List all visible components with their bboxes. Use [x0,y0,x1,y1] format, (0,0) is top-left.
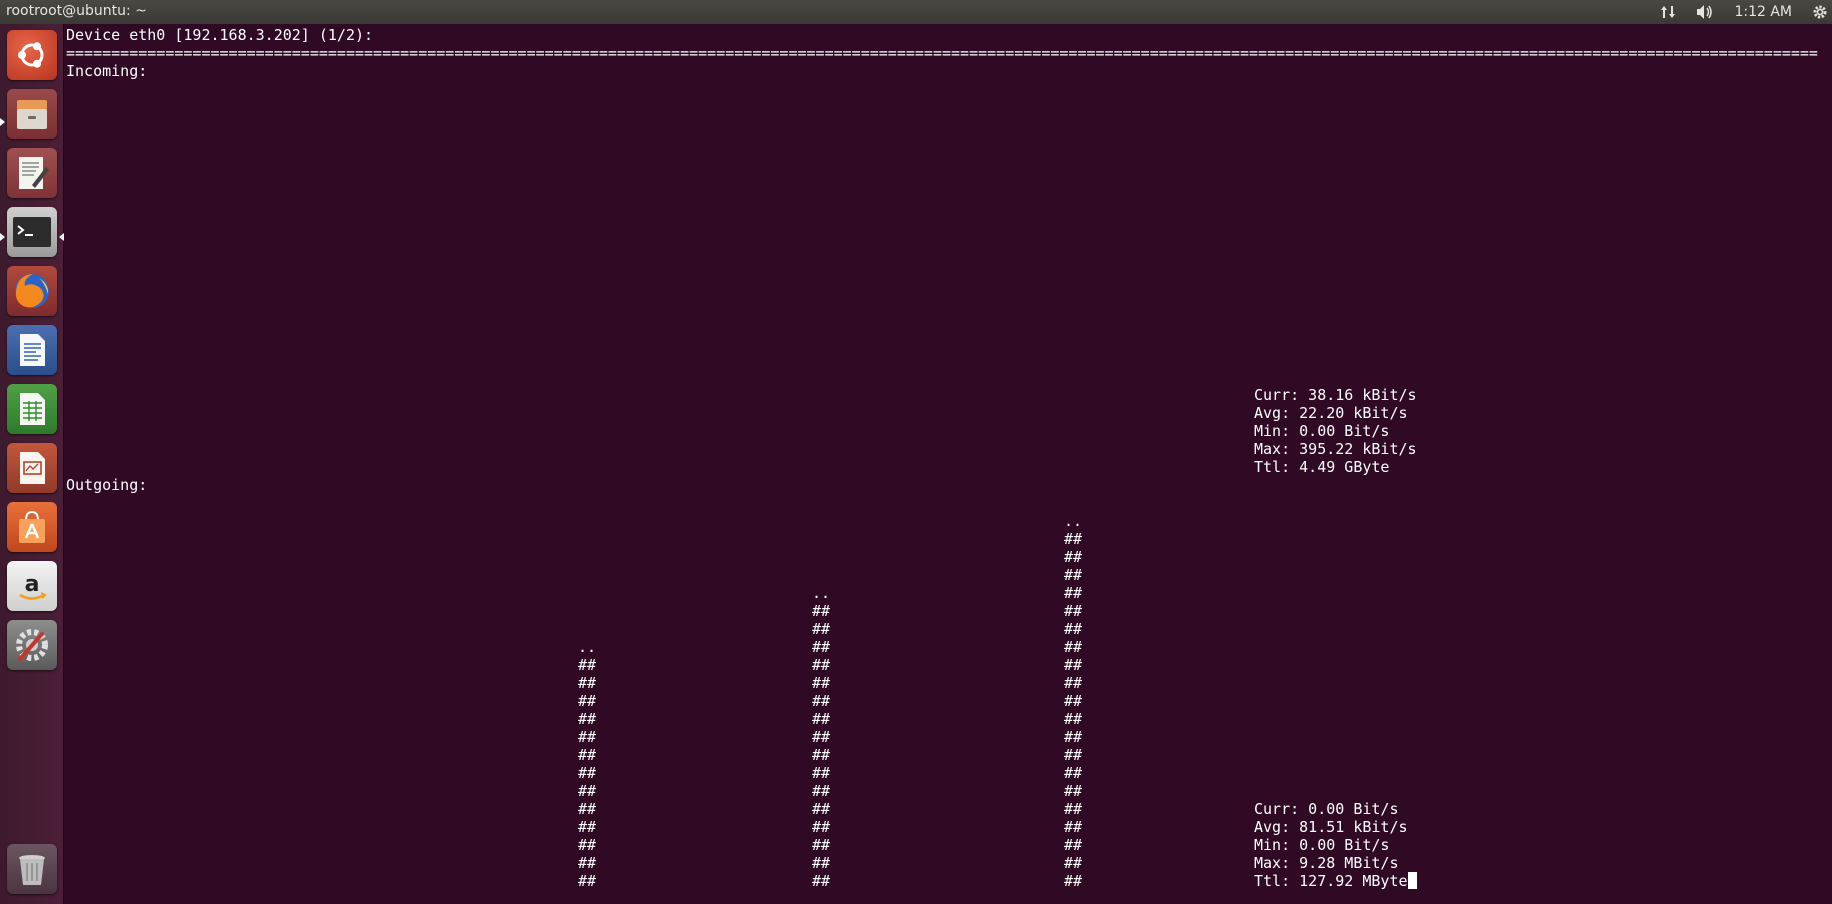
device-header: Device eth0 [192.168.3.202] (1/2): [66,26,374,44]
outgoing-graph-bar-2: .. ## ## ## ## ## ## ## ## ## ## ## ## #… [812,584,831,890]
outgoing-ttl-text: Ttl: 127.92 MByte [1254,872,1408,890]
impress-icon [20,452,45,484]
outgoing-avg: Avg: 81.51 kBit/s [1254,818,1408,836]
launcher-item-libreoffice-calc[interactable] [7,384,57,434]
running-indicator [0,233,5,241]
separator-line: ========================================… [66,44,1818,62]
terminal-output[interactable]: Device eth0 [192.168.3.202] (1/2): =====… [66,26,1832,904]
outgoing-graph-bar-1: .. ## ## ## ## ## ## ## ## ## ## ## ## #… [578,638,597,890]
outgoing-max: Max: 9.28 MBit/s [1254,854,1399,872]
incoming-label: Incoming: [66,62,148,80]
incoming-min: Min: 0.00 Bit/s [1254,422,1390,440]
launcher-item-trash[interactable] [7,844,57,894]
outgoing-ttl: Ttl: 127.92 MByte [1254,872,1417,890]
incoming-avg: Avg: 22.20 kBit/s [1254,404,1408,422]
outgoing-label: Outgoing: [66,476,148,494]
outgoing-min: Min: 0.00 Bit/s [1254,836,1390,854]
running-indicator [0,118,5,126]
ubuntu-logo-icon [18,42,44,68]
launcher-item-firefox[interactable] [7,266,57,316]
window-title: rootroot@ubuntu: ~ [6,3,147,19]
launcher-item-libreoffice-impress[interactable] [7,443,57,493]
text-cursor [1407,872,1417,889]
launcher-item-terminal[interactable] [7,207,57,257]
outgoing-curr: Curr: 0.00 Bit/s [1254,800,1399,818]
launcher-item-text-editor[interactable] [7,148,57,198]
launcher-item-software-center[interactable] [7,502,57,552]
settings-wrench-icon [16,629,48,661]
terminal-icon [13,217,51,247]
amazon-icon: a [19,572,47,600]
launcher: a [0,24,64,904]
speaker-volume-icon[interactable] [1696,4,1714,20]
svg-text:a: a [25,572,40,597]
indicator-area: 1:12 AM [1650,0,1832,24]
top-panel: rootroot@ubuntu: ~ 1:12 AM [0,0,1832,24]
firefox-icon [15,274,49,308]
network-updown-icon[interactable] [1660,4,1676,20]
shopping-bag-icon [19,510,45,543]
file-cabinet-icon [17,100,47,129]
gear-icon[interactable] [1812,4,1828,20]
outgoing-graph-bar-3: .. ## ## ## ## ## ## ## ## ## ## ## ## #… [1064,512,1083,890]
launcher-item-system-settings[interactable] [7,620,57,670]
active-indicator [59,233,64,241]
trash-icon [19,855,45,885]
launcher-item-libreoffice-writer[interactable] [7,325,57,375]
incoming-curr: Curr: 38.16 kBit/s [1254,386,1417,404]
text-editor-icon [19,157,49,189]
launcher-item-files[interactable] [7,89,57,139]
launcher-item-ubuntu-dash[interactable] [7,30,57,80]
writer-icon [20,334,45,366]
launcher-item-amazon[interactable]: a [7,561,57,611]
clock[interactable]: 1:12 AM [1734,4,1792,20]
incoming-ttl: Ttl: 4.49 GByte [1254,458,1390,476]
incoming-max: Max: 395.22 kBit/s [1254,440,1417,458]
calc-icon [20,393,45,425]
